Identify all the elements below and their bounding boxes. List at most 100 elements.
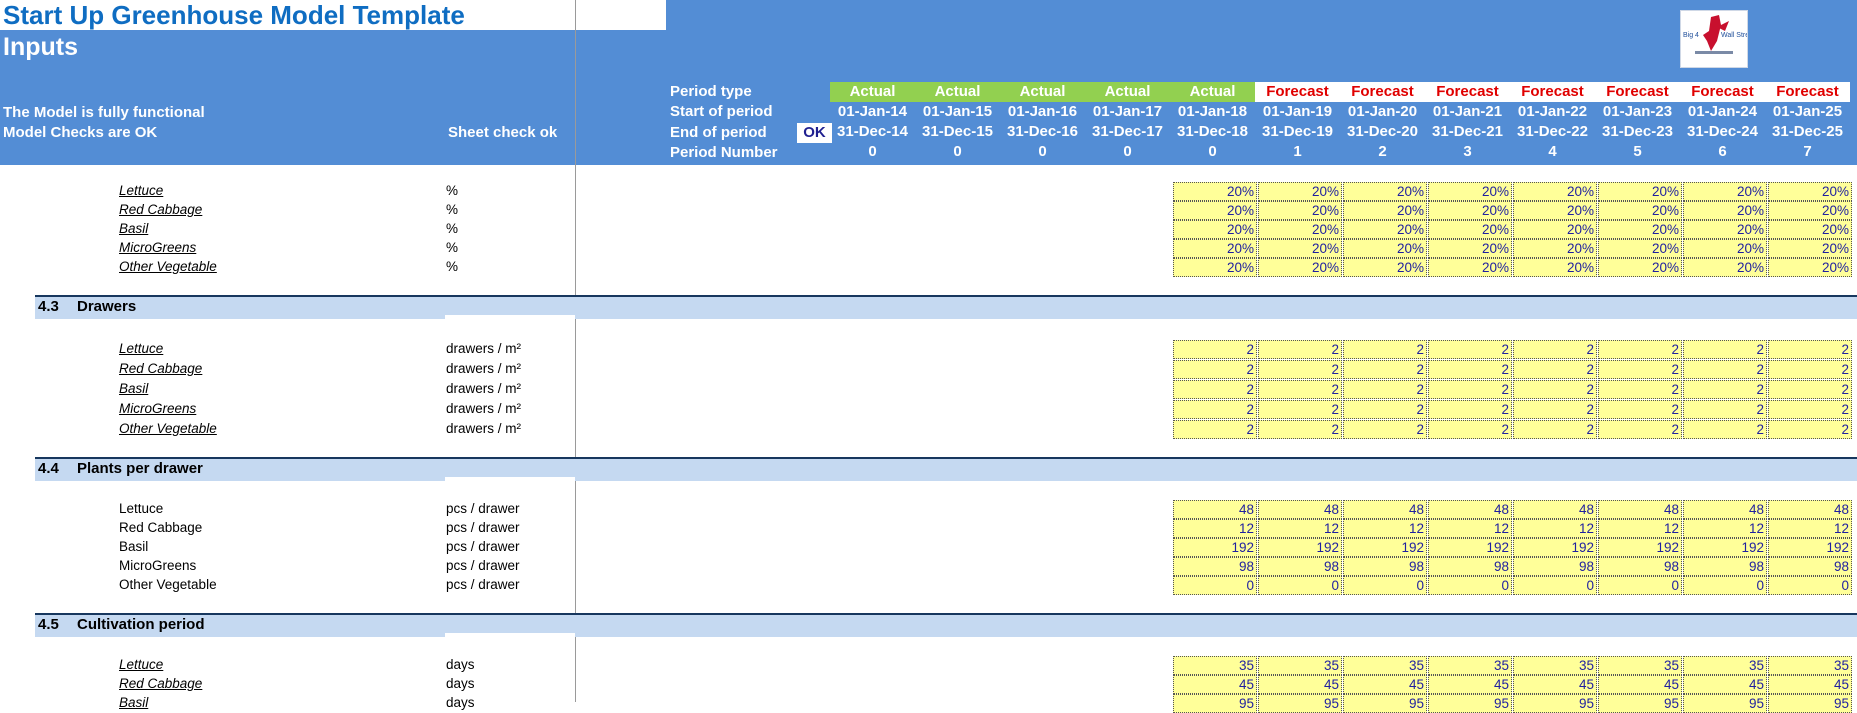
input-cell[interactable]: 20% [1343, 258, 1427, 277]
input-cell[interactable]: 20% [1343, 239, 1427, 258]
input-cell[interactable]: 2 [1258, 420, 1342, 439]
row-label[interactable]: Red Cabbage [119, 675, 202, 693]
input-cell[interactable]: 35 [1598, 656, 1682, 675]
input-cell[interactable]: 20% [1173, 239, 1257, 258]
input-cell[interactable]: 192 [1683, 538, 1767, 557]
input-cell[interactable]: 98 [1513, 557, 1597, 576]
input-cell[interactable]: 35 [1343, 656, 1427, 675]
input-cell[interactable]: 95 [1428, 694, 1512, 713]
row-label[interactable]: Other Vegetable [119, 258, 217, 276]
input-cell[interactable]: 2 [1343, 400, 1427, 419]
input-cell[interactable]: 48 [1513, 500, 1597, 519]
input-cell[interactable]: 12 [1173, 519, 1257, 538]
input-cell[interactable]: 95 [1513, 694, 1597, 713]
input-cell[interactable]: 48 [1598, 500, 1682, 519]
input-cell[interactable]: 20% [1173, 182, 1257, 201]
input-cell[interactable]: 98 [1768, 557, 1852, 576]
input-cell[interactable]: 20% [1598, 239, 1682, 258]
input-cell[interactable]: 2 [1598, 400, 1682, 419]
input-cell[interactable]: 12 [1343, 519, 1427, 538]
input-cell[interactable]: 2 [1428, 360, 1512, 379]
input-cell[interactable]: 48 [1258, 500, 1342, 519]
input-cell[interactable]: 12 [1513, 519, 1597, 538]
input-cell[interactable]: 2 [1173, 420, 1257, 439]
input-cell[interactable]: 2 [1173, 340, 1257, 359]
input-cell[interactable]: 2 [1683, 420, 1767, 439]
input-cell[interactable]: 45 [1683, 675, 1767, 694]
input-cell[interactable]: 2 [1428, 380, 1512, 399]
input-cell[interactable]: 35 [1683, 656, 1767, 675]
input-cell[interactable]: 0 [1258, 576, 1342, 595]
input-cell[interactable]: 192 [1513, 538, 1597, 557]
input-cell[interactable]: 20% [1173, 258, 1257, 277]
input-cell[interactable]: 192 [1343, 538, 1427, 557]
input-cell[interactable]: 2 [1768, 340, 1852, 359]
input-cell[interactable]: 192 [1258, 538, 1342, 557]
input-cell[interactable]: 2 [1598, 360, 1682, 379]
input-cell[interactable]: 20% [1768, 182, 1852, 201]
input-cell[interactable]: 2 [1768, 420, 1852, 439]
input-cell[interactable]: 0 [1683, 576, 1767, 595]
input-cell[interactable]: 2 [1683, 360, 1767, 379]
input-cell[interactable]: 0 [1598, 576, 1682, 595]
input-cell[interactable]: 0 [1513, 576, 1597, 595]
input-cell[interactable]: 95 [1343, 694, 1427, 713]
input-cell[interactable]: 48 [1428, 500, 1512, 519]
row-label[interactable]: Other Vegetable [119, 420, 217, 438]
row-label[interactable]: Basil [119, 694, 148, 712]
input-cell[interactable]: 20% [1768, 239, 1852, 258]
input-cell[interactable]: 48 [1683, 500, 1767, 519]
input-cell[interactable]: 2 [1513, 400, 1597, 419]
input-cell[interactable]: 2 [1258, 360, 1342, 379]
input-cell[interactable]: 20% [1513, 239, 1597, 258]
input-cell[interactable]: 2 [1513, 340, 1597, 359]
input-cell[interactable]: 45 [1343, 675, 1427, 694]
input-cell[interactable]: 2 [1768, 380, 1852, 399]
input-cell[interactable]: 20% [1768, 258, 1852, 277]
input-cell[interactable]: 35 [1428, 656, 1512, 675]
input-cell[interactable]: 0 [1343, 576, 1427, 595]
input-cell[interactable]: 95 [1598, 694, 1682, 713]
input-cell[interactable]: 98 [1173, 557, 1257, 576]
input-cell[interactable]: 45 [1598, 675, 1682, 694]
input-cell[interactable]: 45 [1768, 675, 1852, 694]
input-cell[interactable]: 20% [1258, 182, 1342, 201]
input-cell[interactable]: 20% [1428, 182, 1512, 201]
input-cell[interactable]: 45 [1513, 675, 1597, 694]
input-cell[interactable]: 2 [1768, 400, 1852, 419]
input-cell[interactable]: 48 [1768, 500, 1852, 519]
input-cell[interactable]: 20% [1173, 201, 1257, 220]
input-cell[interactable]: 20% [1343, 182, 1427, 201]
input-cell[interactable]: 192 [1598, 538, 1682, 557]
input-cell[interactable]: 12 [1598, 519, 1682, 538]
input-cell[interactable]: 35 [1258, 656, 1342, 675]
input-cell[interactable]: 2 [1343, 360, 1427, 379]
input-cell[interactable]: 20% [1598, 258, 1682, 277]
input-cell[interactable]: 35 [1173, 656, 1257, 675]
input-cell[interactable]: 20% [1598, 201, 1682, 220]
input-cell[interactable]: 2 [1598, 380, 1682, 399]
input-cell[interactable]: 20% [1513, 182, 1597, 201]
input-cell[interactable]: 2 [1173, 380, 1257, 399]
input-cell[interactable]: 192 [1768, 538, 1852, 557]
input-cell[interactable]: 2 [1173, 360, 1257, 379]
input-cell[interactable]: 2 [1768, 360, 1852, 379]
input-cell[interactable]: 98 [1598, 557, 1682, 576]
row-label[interactable]: MicroGreens [119, 400, 196, 418]
input-cell[interactable]: 20% [1683, 258, 1767, 277]
input-cell[interactable]: 20% [1258, 201, 1342, 220]
input-cell[interactable]: 98 [1428, 557, 1512, 576]
row-label[interactable]: Red Cabbage [119, 360, 202, 378]
input-cell[interactable]: 98 [1343, 557, 1427, 576]
input-cell[interactable]: 2 [1683, 340, 1767, 359]
input-cell[interactable]: 192 [1428, 538, 1512, 557]
input-cell[interactable]: 98 [1258, 557, 1342, 576]
input-cell[interactable]: 0 [1768, 576, 1852, 595]
input-cell[interactable]: 2 [1598, 420, 1682, 439]
input-cell[interactable]: 2 [1683, 380, 1767, 399]
input-cell[interactable]: 0 [1173, 576, 1257, 595]
input-cell[interactable]: 20% [1598, 182, 1682, 201]
input-cell[interactable]: 20% [1513, 220, 1597, 239]
input-cell[interactable]: 20% [1428, 220, 1512, 239]
input-cell[interactable]: 20% [1258, 220, 1342, 239]
